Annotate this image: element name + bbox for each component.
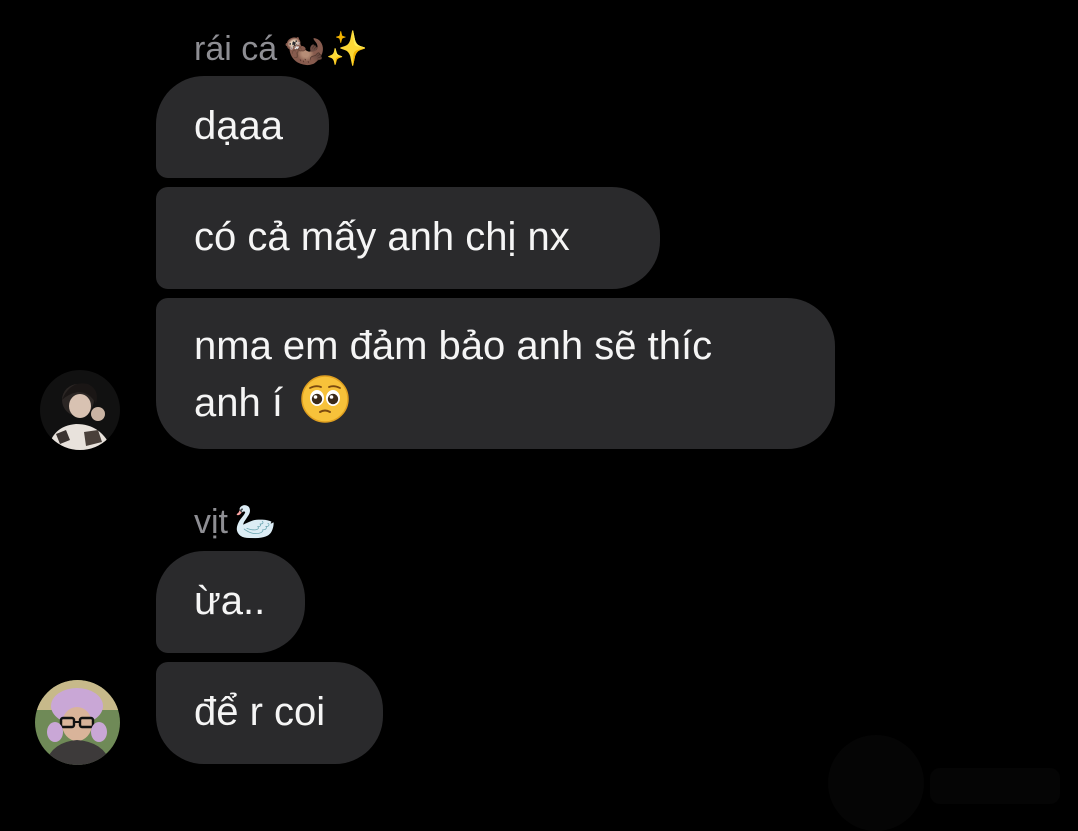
pleading-face-icon xyxy=(301,375,349,423)
swan-emoji: 🦢 xyxy=(234,502,277,542)
message-text: có cả mấy anh chị nx xyxy=(194,215,570,259)
sender-name: rái cá 🦦✨ xyxy=(194,32,368,66)
sender-name-text: rái cá xyxy=(194,30,278,68)
message-text: để r coi xyxy=(194,690,326,734)
otter-sparkles-emoji: 🦦✨ xyxy=(283,29,368,69)
message-text-line-1: nma em đảm bảo anh sẽ thíc xyxy=(194,324,713,368)
message-bubble[interactable]: có cả mấy anh chị nx xyxy=(156,187,660,289)
avatar-vit[interactable] xyxy=(35,680,120,765)
message-bubble[interactable]: nma em đảm bảo anh sẽ thíc anh í xyxy=(156,298,835,449)
faint-background-bar xyxy=(930,768,1060,804)
sender-name: vịt 🦢 xyxy=(194,505,276,539)
avatar-image xyxy=(40,370,120,450)
message-text-line-2: anh í xyxy=(194,381,283,425)
avatar-rai-ca[interactable] xyxy=(40,370,120,450)
message-bubble[interactable]: dạaa xyxy=(156,76,329,178)
message-bubble[interactable]: để r coi xyxy=(156,662,383,764)
message-text: ừa.. xyxy=(194,579,266,623)
sender-name-text: vịt xyxy=(194,503,228,541)
message-bubble[interactable]: ừa.. xyxy=(156,551,305,653)
avatar-image xyxy=(35,680,120,765)
faint-background-circle xyxy=(828,735,924,831)
message-text: dạaa xyxy=(194,104,283,148)
